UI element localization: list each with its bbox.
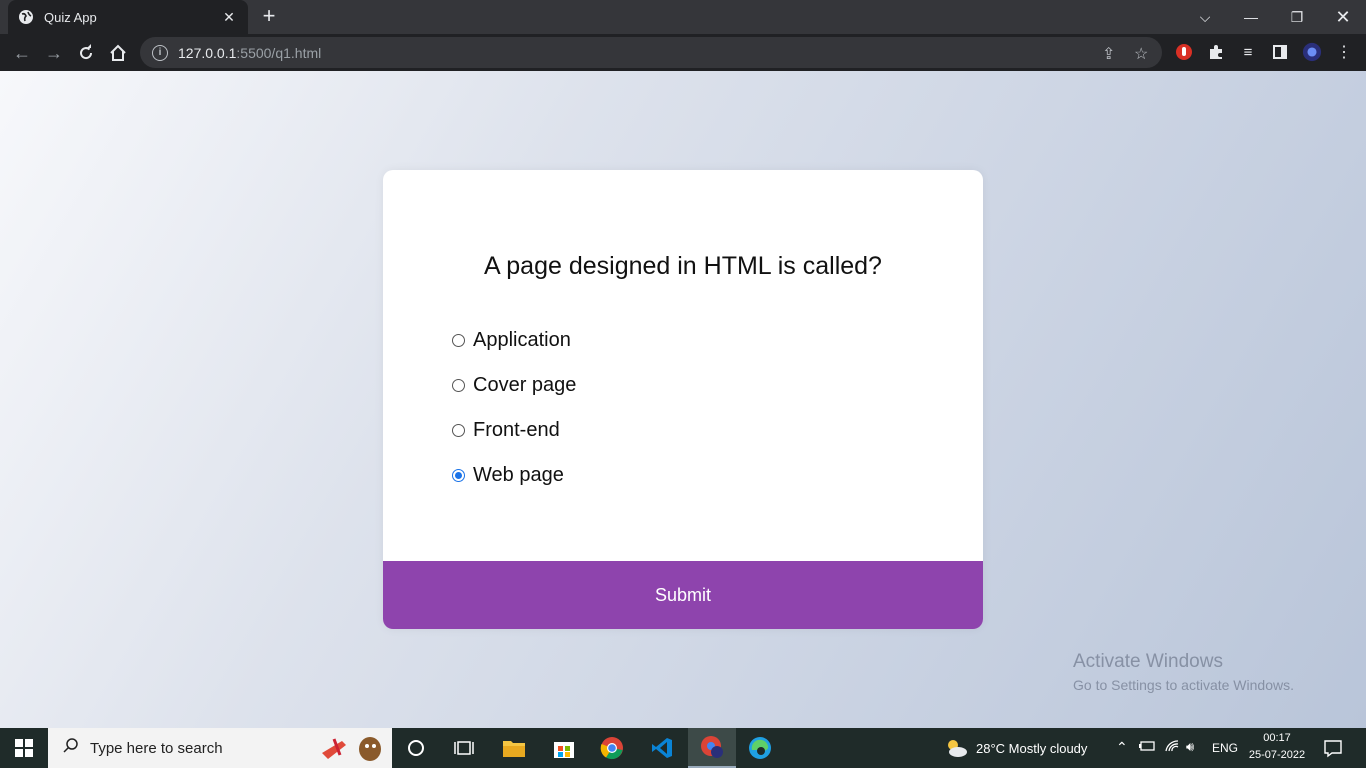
cortana-icon[interactable] xyxy=(392,728,440,768)
reload-icon[interactable] xyxy=(74,41,98,65)
volume-icon[interactable]: 🔊︎ xyxy=(1186,739,1194,755)
chevron-up-icon[interactable]: ⌃ xyxy=(1116,739,1128,756)
share-icon[interactable]: ⇪ xyxy=(1102,44,1115,64)
minimize-button[interactable]: — xyxy=(1228,0,1274,34)
page-background: A page designed in HTML is called? Appli… xyxy=(0,71,1366,728)
watermark-subtitle: Go to Settings to activate Windows. xyxy=(1073,677,1294,693)
weather-text[interactable]: 28°C Mostly cloudy xyxy=(976,741,1087,756)
search-highlight-illustration-icon xyxy=(320,733,384,768)
bookmark-star-icon[interactable]: ☆ xyxy=(1134,44,1148,64)
answer-options: Application Cover page Front-end Web pag… xyxy=(452,318,576,498)
microsoft-store-icon[interactable] xyxy=(540,728,588,768)
windows-start-icon[interactable] xyxy=(0,728,48,768)
globe-icon xyxy=(18,9,34,25)
taskbar-search-box[interactable]: Type here to search xyxy=(48,728,392,768)
home-icon[interactable] xyxy=(106,41,130,65)
file-explorer-icon[interactable] xyxy=(490,728,538,768)
radio-button[interactable] xyxy=(452,334,465,347)
side-panel-icon[interactable] xyxy=(1270,42,1290,62)
option-application[interactable]: Application xyxy=(452,318,576,363)
close-tab-icon[interactable]: ✕ xyxy=(220,9,238,26)
reading-list-icon[interactable]: ≡ xyxy=(1238,42,1258,62)
adblock-extension-icon[interactable] xyxy=(1174,42,1194,62)
url-host: 127.0.0.1 xyxy=(178,44,237,61)
option-web-page[interactable]: Web page xyxy=(452,453,576,498)
watermark-title: Activate Windows xyxy=(1073,651,1223,672)
option-label: Cover page xyxy=(473,374,577,396)
radio-button[interactable] xyxy=(452,424,465,437)
browser-toolbar: ← → i 127.0.0.1:5500/q1.html ⇪ ☆ ≡ ⋮ xyxy=(0,34,1366,71)
vscode-icon[interactable] xyxy=(638,728,686,768)
option-label: Web page xyxy=(473,464,564,486)
submit-button[interactable]: Submit xyxy=(383,561,983,629)
option-label: Application xyxy=(473,329,571,351)
back-arrow-icon[interactable]: ← xyxy=(10,41,34,65)
weather-cloud-icon[interactable] xyxy=(944,738,968,763)
search-placeholder: Type here to search xyxy=(90,739,223,757)
tab-quiz-app[interactable]: Quiz App ✕ xyxy=(8,0,248,34)
extensions-puzzle-icon[interactable] xyxy=(1206,42,1226,62)
clock-time: 00:17 xyxy=(1263,732,1291,744)
battery-icon[interactable] xyxy=(1138,739,1156,756)
radio-button[interactable] xyxy=(452,379,465,392)
new-tab-button[interactable]: + xyxy=(258,5,280,28)
option-cover-page[interactable]: Cover page xyxy=(452,363,576,408)
taskbar: Type here to search 28°C Mostly cloudy ⌃… xyxy=(0,728,1366,768)
tab-strip: Quiz App ✕ + ⌵ — ❐ ✕ xyxy=(0,0,1366,34)
menu-kebab-icon[interactable]: ⋮ xyxy=(1334,42,1354,62)
notification-icon[interactable] xyxy=(1323,738,1343,763)
forward-arrow-icon[interactable]: → xyxy=(42,41,66,65)
clock-date: 25-07-2022 xyxy=(1248,749,1306,761)
clock[interactable]: 00:17 25-07-2022 xyxy=(1240,730,1314,764)
url-path: :5500/q1.html xyxy=(236,44,322,61)
task-view-icon[interactable] xyxy=(440,728,488,768)
close-window-button[interactable]: ✕ xyxy=(1320,0,1366,34)
option-front-end[interactable]: Front-end xyxy=(452,408,576,453)
edge-icon[interactable] xyxy=(736,728,784,768)
tab-title: Quiz App xyxy=(44,9,97,25)
address-bar[interactable]: i 127.0.0.1:5500/q1.html ⇪ ☆ xyxy=(140,37,1162,68)
language-indicator[interactable]: ENG xyxy=(1212,741,1238,755)
url-text: 127.0.0.1:5500/q1.html xyxy=(178,45,321,61)
option-label: Front-end xyxy=(473,419,560,441)
activate-windows-watermark: Activate Windows Go to Settings to activ… xyxy=(1073,651,1294,693)
wifi-icon[interactable] xyxy=(1164,739,1180,756)
search-icon xyxy=(62,737,80,760)
tab-search-chevron-icon[interactable]: ⌵ xyxy=(1182,0,1228,34)
chrome-profile-icon[interactable] xyxy=(688,728,736,768)
quiz-question: A page designed in HTML is called? xyxy=(484,252,882,280)
restore-button[interactable]: ❐ xyxy=(1274,0,1320,34)
profile-avatar[interactable] xyxy=(1302,42,1322,62)
radio-button-selected[interactable] xyxy=(452,469,465,482)
chrome-icon[interactable] xyxy=(588,728,636,768)
site-info-icon[interactable]: i xyxy=(152,44,168,61)
quiz-card: A page designed in HTML is called? Appli… xyxy=(383,170,983,629)
